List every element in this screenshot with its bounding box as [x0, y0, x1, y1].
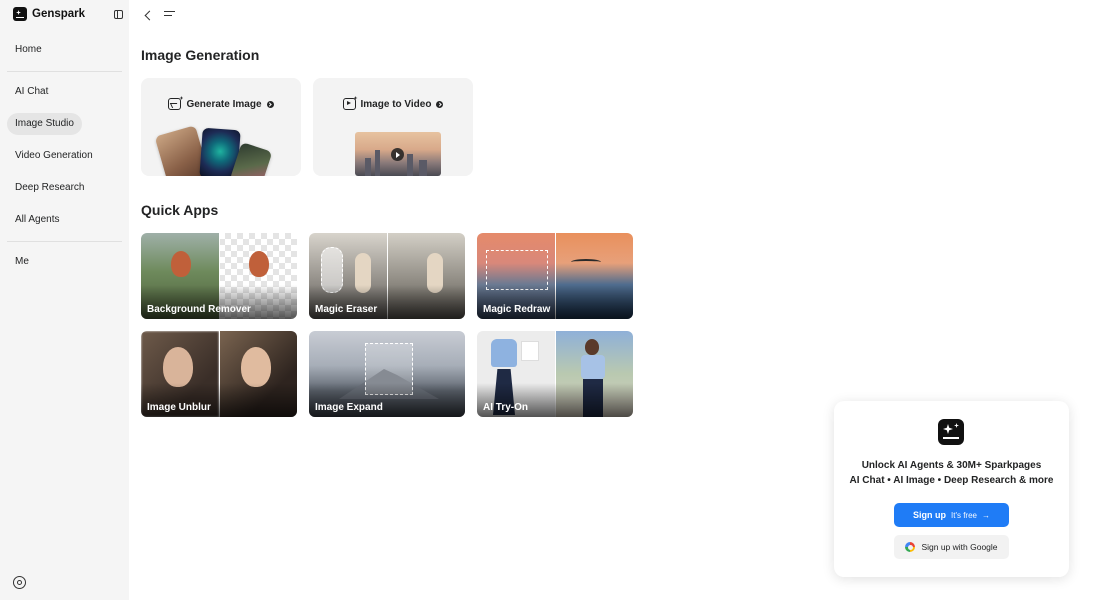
video-sparkle-icon: [342, 98, 356, 110]
sidebar-item-all-agents[interactable]: All Agents: [7, 209, 67, 231]
app-label: Background Remover: [147, 304, 251, 315]
app-ai-try-on[interactable]: AI Try-On: [477, 331, 633, 417]
sidebar-toggle-icon[interactable]: [114, 10, 123, 19]
sidebar-item-ai-chat[interactable]: AI Chat: [7, 81, 56, 103]
app-background-remover[interactable]: Background Remover: [141, 233, 297, 319]
back-arrow-icon[interactable]: [142, 9, 156, 23]
arrow-right-icon: [266, 100, 274, 108]
signup-subline: AI Chat • AI Image • Deep Research & mor…: [849, 475, 1054, 486]
brand-name: Genspark: [32, 8, 86, 20]
arrow-right-icon: [436, 100, 444, 108]
brand[interactable]: Genspark: [13, 7, 85, 21]
signup-button-label: Sign up: [913, 510, 946, 520]
genspark-logo-icon: [13, 7, 27, 21]
app-magic-redraw[interactable]: Magic Redraw: [477, 233, 633, 319]
app-magic-eraser[interactable]: Magic Eraser: [309, 233, 465, 319]
app-label: AI Try-On: [483, 402, 529, 413]
signup-headline: Unlock AI Agents & 30M+ Sparkpages: [861, 460, 1042, 471]
google-signup-label: Sign up with Google: [921, 542, 998, 552]
sidebar-divider: [7, 241, 122, 242]
generate-image-card[interactable]: Generate Image: [141, 78, 301, 176]
generate-image-label: Generate Image: [186, 98, 262, 110]
play-icon[interactable]: [391, 148, 404, 161]
signup-panel: Unlock AI Agents & 30M+ Sparkpages AI Ch…: [834, 401, 1069, 577]
image-to-video-label-row: Image to Video: [313, 98, 473, 110]
app-label: Magic Eraser: [315, 304, 378, 315]
app-label: Magic Redraw: [483, 304, 551, 315]
google-signup-button[interactable]: Sign up with Google: [894, 535, 1009, 559]
quick-apps-title: Quick Apps: [141, 202, 219, 218]
image-to-video-label: Image to Video: [360, 98, 432, 110]
settings-icon[interactable]: [13, 576, 26, 589]
signup-button-note: It's free: [951, 510, 977, 520]
app-label: Image Unblur: [147, 402, 211, 413]
sidebar-item-video-generation[interactable]: Video Generation: [7, 145, 101, 167]
sidebar-item-me[interactable]: Me: [7, 251, 37, 273]
app-label: Image Expand: [315, 402, 383, 413]
sidebar-item-home[interactable]: Home: [7, 39, 50, 61]
sidebar-item-image-studio[interactable]: Image Studio: [7, 113, 82, 135]
genspark-logo-icon: [938, 419, 964, 445]
sidebar: Genspark Home AI Chat Image Studio Video…: [0, 0, 129, 600]
app-image-unblur[interactable]: Image Unblur: [141, 331, 297, 417]
generate-image-label-row: Generate Image: [141, 98, 301, 110]
app-image-expand[interactable]: Image Expand: [309, 331, 465, 417]
menu-icon[interactable]: [164, 11, 175, 20]
image-generation-title: Image Generation: [141, 47, 260, 63]
signup-button[interactable]: Sign up It's free →: [894, 503, 1009, 527]
sidebar-divider: [7, 71, 122, 72]
arrow-right-icon: →: [981, 510, 990, 520]
sample-city-video-thumbnail: [355, 132, 441, 176]
google-icon: [905, 542, 916, 552]
sidebar-item-deep-research[interactable]: Deep Research: [7, 177, 92, 199]
image-to-video-card[interactable]: Image to Video: [313, 78, 473, 176]
image-sparkle-icon: [168, 98, 182, 110]
